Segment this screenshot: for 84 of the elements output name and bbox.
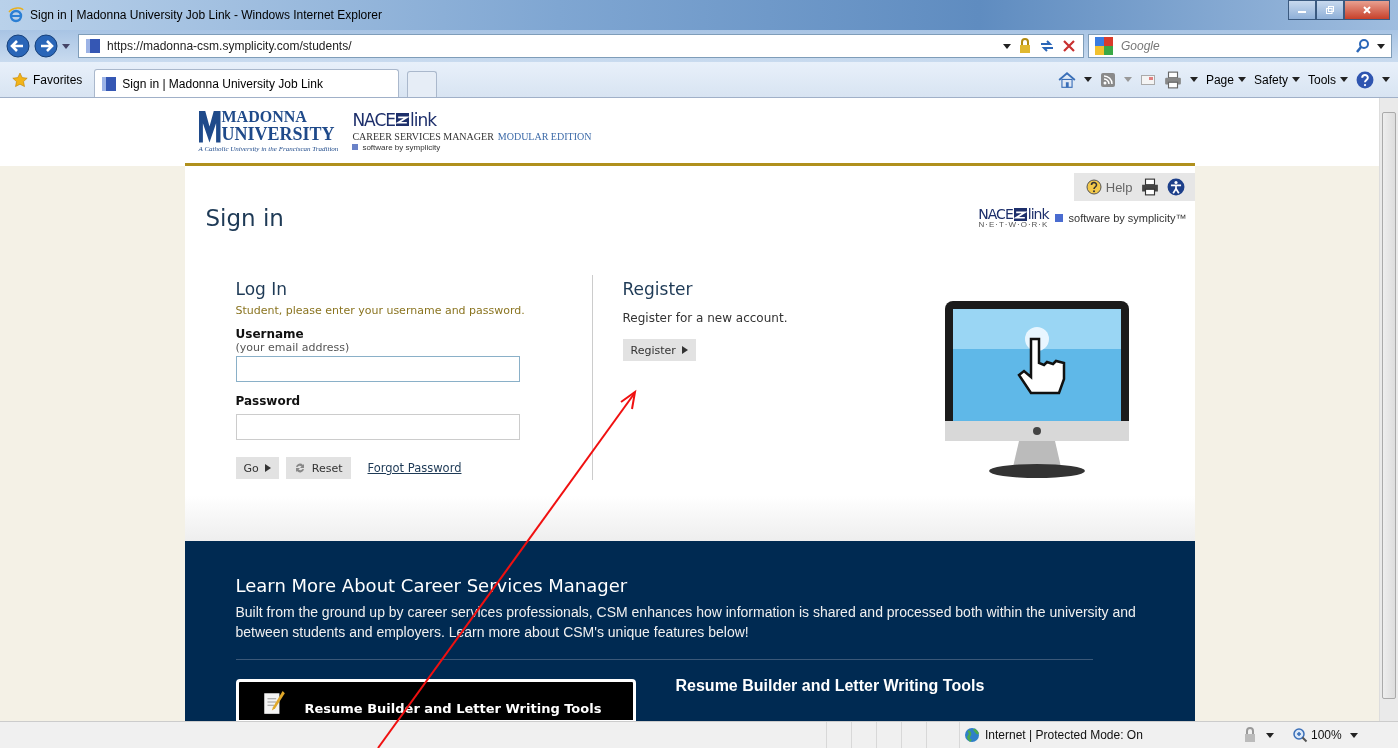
zoom-level: 100% — [1311, 728, 1342, 742]
caret-icon[interactable] — [1349, 732, 1358, 738]
close-icon — [1362, 5, 1372, 15]
field-label: Username — [235, 327, 305, 341]
google-logo-icon — [1095, 37, 1113, 55]
help-icon[interactable] — [1356, 70, 1374, 89]
help-icon — [1085, 179, 1102, 195]
section-heading: Log In — [235, 279, 289, 299]
product-name: CAREER SERVICES MANAGER — [352, 130, 494, 142]
go-button[interactable]: Go — [235, 457, 279, 479]
play-icon — [681, 346, 688, 354]
refresh-icon[interactable] — [1039, 38, 1055, 54]
caret-icon[interactable] — [1003, 43, 1011, 49]
university-name: UNIVERSITY — [221, 124, 335, 143]
forgot-password-link[interactable]: Forgot Password — [367, 461, 462, 475]
security-zone: Internet | Protected Mode: On — [985, 728, 1143, 742]
print-icon[interactable] — [1140, 178, 1159, 196]
section-heading: Register — [622, 279, 694, 299]
page-icon — [101, 75, 118, 92]
close-button[interactable] — [1344, 0, 1390, 20]
product-edition: MODULAR EDITION — [497, 130, 592, 142]
password-field[interactable] — [235, 414, 520, 440]
caret-icon[interactable] — [1377, 43, 1385, 49]
page-title: Sign in — [205, 205, 284, 231]
register-button[interactable]: Register — [622, 339, 696, 361]
star-icon — [12, 71, 28, 88]
feature-heading: Resume Builder and Letter Writing Tools — [675, 677, 985, 696]
refresh-icon — [293, 462, 306, 474]
brand-mark-icon — [396, 113, 410, 126]
university-name: MADONNA — [221, 108, 308, 125]
university-monogram-icon — [198, 110, 221, 143]
brand-name: NACE — [352, 109, 396, 130]
caret-icon — [1237, 77, 1246, 82]
field-label: Password — [235, 394, 302, 408]
window-title: Sign in | Madonna University Job Link - Windows Internet Explorer — [30, 8, 382, 22]
zoom-icon[interactable] — [1292, 727, 1308, 743]
search-field[interactable]: Google — [1088, 34, 1392, 58]
url-text: https://madonna-csm.symplicity.com/students/ — [107, 39, 353, 53]
minimize-button[interactable] — [1288, 0, 1316, 20]
vendor-text: software by symplicity™ — [1068, 212, 1187, 224]
restore-icon — [1325, 5, 1335, 15]
username-field[interactable] — [235, 356, 520, 382]
caret-icon[interactable] — [62, 43, 70, 49]
caret-icon — [1340, 77, 1348, 82]
caret-icon — [1292, 77, 1300, 82]
back-icon[interactable] — [6, 34, 30, 58]
field-hint: (your email address) — [235, 341, 351, 354]
brand-name: NACE — [978, 207, 1013, 221]
command-menu[interactable]: Tools — [1308, 72, 1348, 87]
favorites-button[interactable]: Favorites — [8, 65, 87, 94]
forward-icon[interactable] — [34, 34, 58, 58]
instruction-text: Student, please enter your username and password. — [235, 304, 526, 317]
reset-button[interactable]: Reset — [285, 457, 351, 479]
feed-icon[interactable] — [1099, 71, 1116, 88]
print-icon[interactable] — [1163, 70, 1182, 89]
document-pen-icon — [262, 690, 285, 716]
help-button[interactable]: Help — [1085, 179, 1133, 195]
lock-icon — [1017, 38, 1033, 54]
stop-icon[interactable] — [1061, 38, 1077, 54]
page-icon — [85, 38, 101, 54]
square-icon — [1054, 214, 1063, 222]
play-icon — [264, 464, 271, 472]
command-menu[interactable]: Safety — [1253, 72, 1300, 87]
caret-icon[interactable] — [1382, 77, 1390, 82]
vendor-text: software by symplicity — [362, 142, 441, 152]
network-subtitle: N·E·T·W·O·R·K — [978, 221, 1049, 229]
browser-logo-icon — [8, 7, 24, 23]
command-menu[interactable]: Page — [1205, 72, 1246, 87]
globe-icon — [964, 727, 980, 743]
scrollbar[interactable] — [1379, 98, 1398, 721]
brand-mark-icon — [1013, 207, 1027, 221]
brand-name: link — [410, 109, 437, 130]
caret-icon[interactable] — [1189, 77, 1198, 82]
address-field[interactable]: https://madonna-csm.symplicity.com/students/ — [78, 34, 1084, 58]
home-icon[interactable] — [1057, 70, 1076, 89]
browser-tab[interactable]: Sign in | Madonna University Job Link — [94, 69, 400, 97]
search-icon[interactable] — [1355, 38, 1371, 54]
brand-name: link — [1027, 207, 1049, 221]
accessibility-icon[interactable] — [1166, 178, 1185, 196]
square-icon — [352, 144, 359, 150]
register-text: Register for a new account. — [622, 311, 789, 325]
caret-icon[interactable] — [1083, 77, 1092, 82]
caret-icon[interactable] — [1266, 732, 1274, 738]
restore-button[interactable] — [1316, 0, 1344, 20]
